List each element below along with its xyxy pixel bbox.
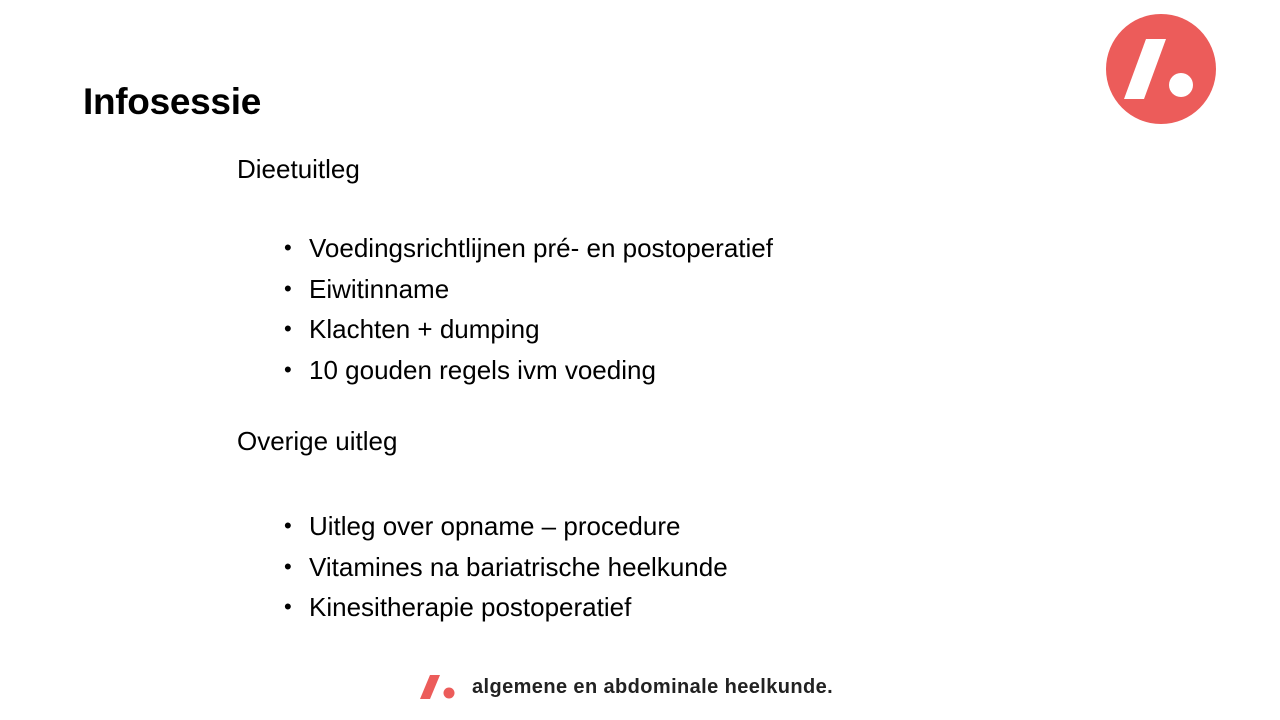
list-item: • Klachten + dumping [237, 309, 1137, 350]
section-heading: Overige uitleg [237, 426, 398, 456]
bullet-icon: • [284, 553, 292, 579]
list-item-text: Kinesitherapie postoperatief [309, 592, 632, 622]
slide-title: Infosessie [83, 81, 261, 122]
list-item: • Voedingsrichtlijnen pré- en postoperati… [237, 228, 1137, 269]
list-item: • Vitamines na bariatrische heelkunde [237, 547, 1137, 588]
bullet-list: • Voedingsrichtlijnen pré- en postoperati… [237, 228, 1137, 390]
bullet-icon: • [284, 356, 292, 382]
bullet-list: • Uitleg over opname – procedure • Vitamin… [237, 506, 1137, 628]
list-item-text: Eiwitinname [309, 273, 450, 304]
section-heading: Dieetuitleg [237, 154, 360, 184]
section-overige-uitleg: Overige uitleg • Uitleg over opname – pro… [237, 424, 1137, 628]
list-item-text: Voedingsrichtlijnen pré- en postoperatie… [309, 233, 773, 263]
list-item: • Uitleg over opname – procedure [237, 506, 1137, 547]
slide-content: Dieetuitleg • Voedingsrichtlijnen pré- en… [237, 152, 1137, 628]
bullet-icon: • [284, 235, 292, 260]
bullet-icon: • [284, 513, 292, 538]
bullet-icon: • [284, 594, 292, 619]
section-dieetuitleg: Dieetuitleg • Voedingsrichtlijnen pré- en… [237, 152, 1137, 390]
list-item-text: Uitleg over opname – procedure [309, 511, 681, 541]
list-item: • 10 gouden regels ivm voeding [237, 350, 1137, 391]
bullet-icon: • [284, 275, 292, 301]
slash-dot-logo-icon [420, 675, 455, 699]
bullet-icon: • [284, 316, 292, 341]
list-item-text: Klachten + dumping [309, 314, 540, 344]
brand-logo-icon [1106, 14, 1216, 124]
footer-text: algemene en abdominale heelkunde. [472, 675, 834, 698]
list-item: • Kinesitherapie postoperatief [237, 587, 1137, 628]
list-item-text: Vitamines na bariatrische heelkunde [309, 551, 728, 582]
footer-brand: algemene en abdominale heelkunde. [418, 672, 833, 702]
list-item-text: 10 gouden regels ivm voeding [309, 354, 656, 385]
list-item: • Eiwitinname [237, 269, 1137, 310]
